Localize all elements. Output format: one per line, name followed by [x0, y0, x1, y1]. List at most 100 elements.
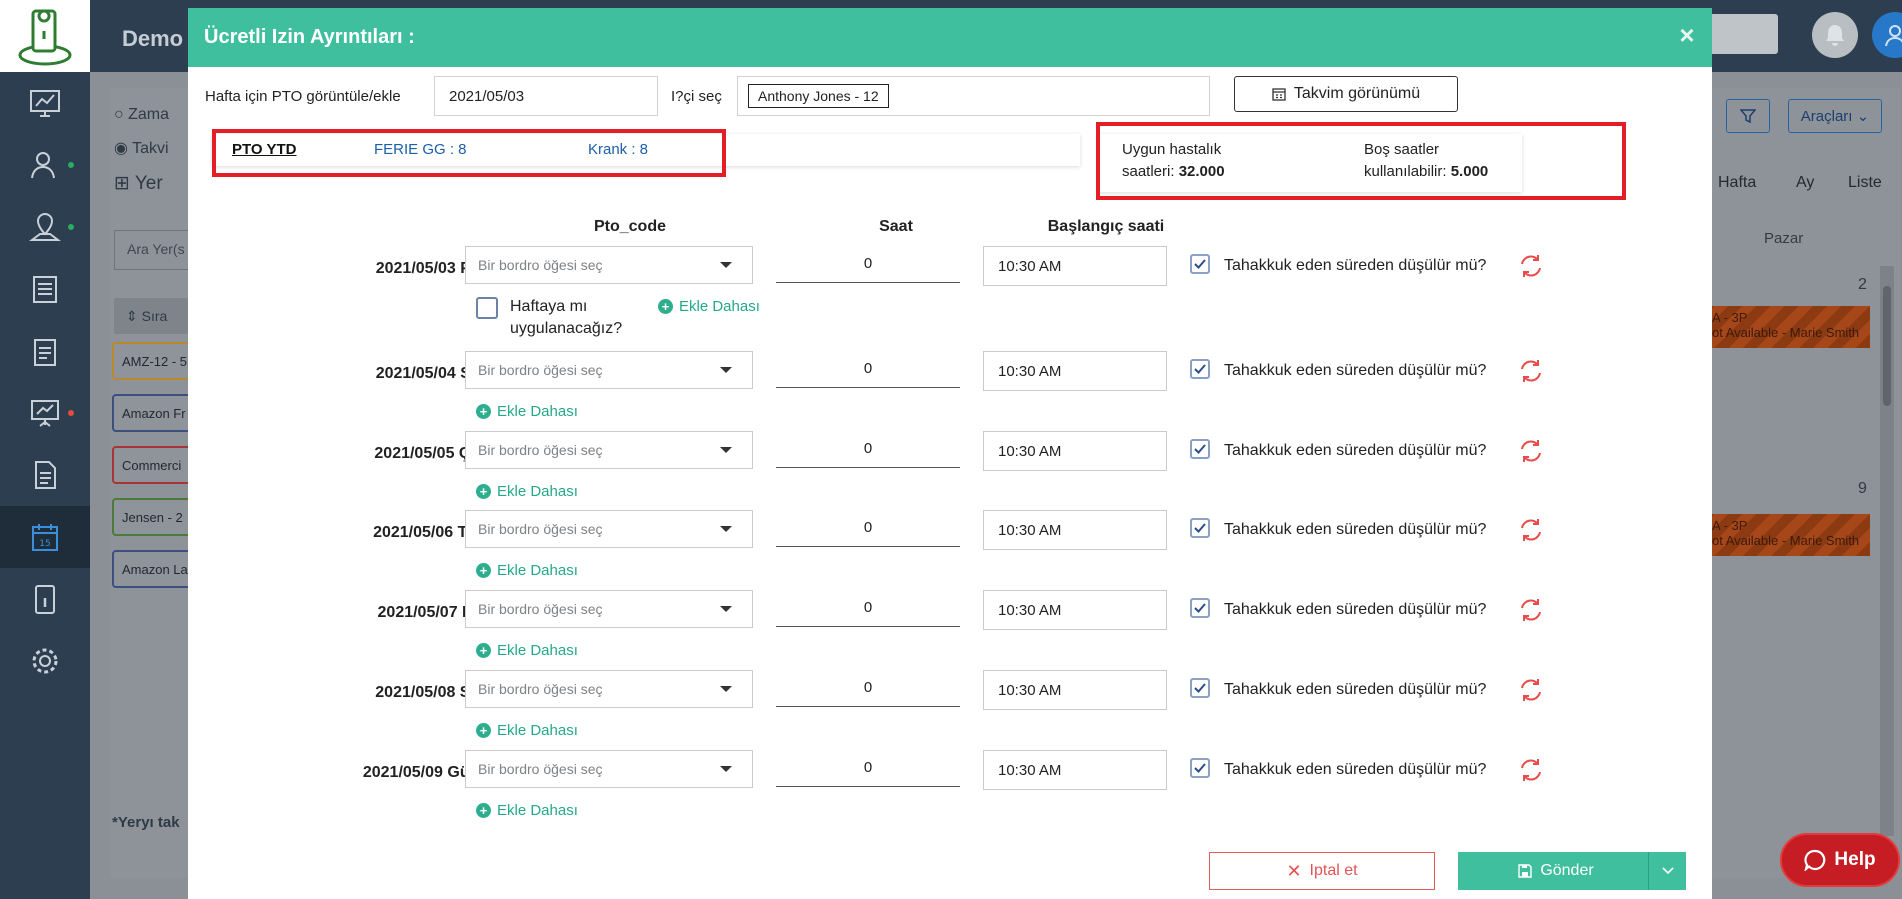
radio-takvi[interactable]: ◉ Takvi — [114, 138, 169, 158]
hours-input[interactable]: 0 — [776, 350, 960, 388]
pto-code-select[interactable]: Bir bordro öğesi seç — [465, 351, 753, 389]
brand-name: Demo — [122, 26, 184, 51]
start-time-input[interactable]: 10:30 AM — [983, 431, 1167, 471]
weekly-checkbox[interactable] — [476, 297, 498, 319]
calendar-view-button[interactable]: Takvim görünümü — [1234, 76, 1458, 112]
send-options-toggle[interactable] — [1648, 852, 1686, 890]
location-chip[interactable]: Jensen - 2 — [112, 498, 192, 536]
deduct-checkbox[interactable] — [1190, 758, 1210, 778]
user-avatar[interactable] — [1872, 12, 1902, 58]
send-button[interactable]: Gönder — [1458, 852, 1654, 890]
clipboard-icon — [34, 339, 56, 366]
calendar-view-label: Takvim görünümü — [1293, 85, 1421, 102]
deduct-checkbox[interactable] — [1190, 678, 1210, 698]
add-more-button[interactable]: + Ekle Dahası — [658, 298, 760, 315]
sidebar-item-dashboard[interactable] — [0, 72, 90, 134]
refresh-icon[interactable] — [1518, 253, 1544, 279]
hours-input[interactable]: 0 — [776, 509, 960, 547]
info-card-icon — [35, 585, 55, 614]
worker-select[interactable]: Anthony Jones - 12 — [737, 76, 1210, 116]
calendar-event[interactable]: A - 3P ot Available - Marie Smith — [1706, 514, 1870, 556]
start-time-input[interactable]: 10:30 AM — [983, 351, 1167, 391]
sidebar-item-settings[interactable] — [0, 630, 90, 692]
deduct-checkbox[interactable] — [1190, 518, 1210, 538]
hours-input[interactable]: 0 — [776, 430, 960, 468]
start-time-input[interactable]: 10:30 AM — [983, 750, 1167, 790]
location-chip[interactable]: Amazon La — [112, 550, 192, 588]
pto-code-select[interactable]: Bir bordro öğesi seç — [465, 590, 753, 628]
worker-tag[interactable]: Anthony Jones - 12 — [748, 84, 889, 108]
refresh-icon[interactable] — [1518, 358, 1544, 384]
sidebar-item-tasks[interactable] — [0, 320, 90, 382]
scrollbar-thumb[interactable] — [1883, 286, 1891, 406]
start-time-input[interactable]: 10:30 AM — [983, 670, 1167, 710]
hours-input[interactable]: 0 — [776, 669, 960, 707]
plus-circle-icon: + — [476, 803, 491, 818]
add-more-button[interactable]: + Ekle Dahası — [476, 403, 578, 420]
sidebar-item-locations[interactable] — [0, 196, 90, 258]
calendar-scrollbar[interactable] — [1880, 266, 1894, 836]
pto-code-select[interactable]: Bir bordro öğesi seç — [465, 246, 753, 284]
week-date-input[interactable]: 2021/05/03 — [434, 76, 658, 116]
location-search-input[interactable]: Ara Yer(s — [114, 230, 190, 270]
location-chip[interactable]: AMZ-12 - 5 — [112, 342, 192, 380]
sidebar-item-info[interactable] — [0, 568, 90, 630]
deduct-checkbox[interactable] — [1190, 254, 1210, 274]
pto-code-select[interactable]: Bir bordro öğesi seç — [465, 510, 753, 548]
location-chip[interactable]: Amazon Fr — [112, 394, 192, 432]
sidebar-item-reports[interactable] — [0, 382, 90, 444]
hours-input[interactable]: 0 — [776, 749, 960, 787]
krank-value: Krank : 8 — [588, 141, 649, 158]
refresh-icon[interactable] — [1518, 597, 1544, 623]
add-more-button[interactable]: + Ekle Dahası — [476, 562, 578, 579]
add-more-label: Ekle Dahası — [497, 483, 578, 500]
help-label: Help — [1834, 849, 1876, 870]
calendar-event[interactable]: A - 3P ot Available - Marie Smith — [1706, 306, 1870, 348]
refresh-icon[interactable] — [1518, 757, 1544, 783]
notification-button[interactable] — [1812, 12, 1858, 58]
plus-circle-icon: + — [476, 404, 491, 419]
start-time-input[interactable]: 10:30 AM — [983, 246, 1167, 286]
tab-month[interactable]: Ay — [1796, 174, 1814, 192]
pto-ytd-link[interactable]: PTO YTD — [232, 141, 296, 158]
add-more-button[interactable]: + Ekle Dahası — [476, 802, 578, 819]
hours-input[interactable]: 0 — [776, 245, 960, 283]
refresh-icon[interactable] — [1518, 677, 1544, 703]
radio-zama[interactable]: ○ Zama — [114, 106, 169, 124]
app-logo[interactable] — [0, 0, 90, 72]
location-chip[interactable]: Commerci — [112, 446, 192, 484]
sidebar-item-schedule[interactable] — [0, 258, 90, 320]
sort-button[interactable]: ⇕ Sıra — [114, 298, 190, 334]
sidebar-item-calendar[interactable]: 15 — [0, 506, 90, 568]
deduct-checkbox[interactable] — [1190, 359, 1210, 379]
caret-down-icon — [720, 367, 732, 373]
add-more-button[interactable]: + Ekle Dahası — [476, 642, 578, 659]
stat-label: Boş saatler — [1364, 141, 1440, 158]
add-more-button[interactable]: + Ekle Dahası — [476, 722, 578, 739]
cancel-label: Iptal et — [1309, 862, 1358, 879]
cancel-button[interactable]: ✕ Iptal et — [1209, 852, 1435, 890]
plus-circle-icon: + — [476, 563, 491, 578]
help-button[interactable]: Help — [1780, 833, 1900, 887]
tab-week[interactable]: Hafta — [1718, 174, 1756, 192]
refresh-icon[interactable] — [1518, 438, 1544, 464]
start-time-input[interactable]: 10:30 AM — [983, 590, 1167, 630]
filter-button[interactable] — [1726, 99, 1770, 133]
hours-input[interactable]: 0 — [776, 589, 960, 627]
sidebar-item-documents[interactable] — [0, 444, 90, 506]
pto-code-select[interactable]: Bir bordro öğesi seç — [465, 431, 753, 469]
yer-heading: ⊞ Yer — [114, 173, 163, 194]
refresh-icon[interactable] — [1518, 517, 1544, 543]
tools-dropdown[interactable]: Araçları ⌄ — [1788, 99, 1882, 133]
add-more-button[interactable]: + Ekle Dahası — [476, 483, 578, 500]
sidebar-item-users[interactable] — [0, 134, 90, 196]
deduct-label: Tahakkuk eden süreden düşülür mü? — [1224, 362, 1487, 379]
pto-code-select[interactable]: Bir bordro öğesi seç — [465, 670, 753, 708]
start-time-input[interactable]: 10:30 AM — [983, 510, 1167, 550]
tab-list[interactable]: Liste — [1848, 174, 1882, 192]
close-icon[interactable]: × — [1676, 22, 1698, 48]
deduct-checkbox[interactable] — [1190, 598, 1210, 618]
deduct-checkbox[interactable] — [1190, 439, 1210, 459]
check-icon — [1194, 523, 1206, 533]
pto-code-select[interactable]: Bir bordro öğesi seç — [465, 750, 753, 788]
